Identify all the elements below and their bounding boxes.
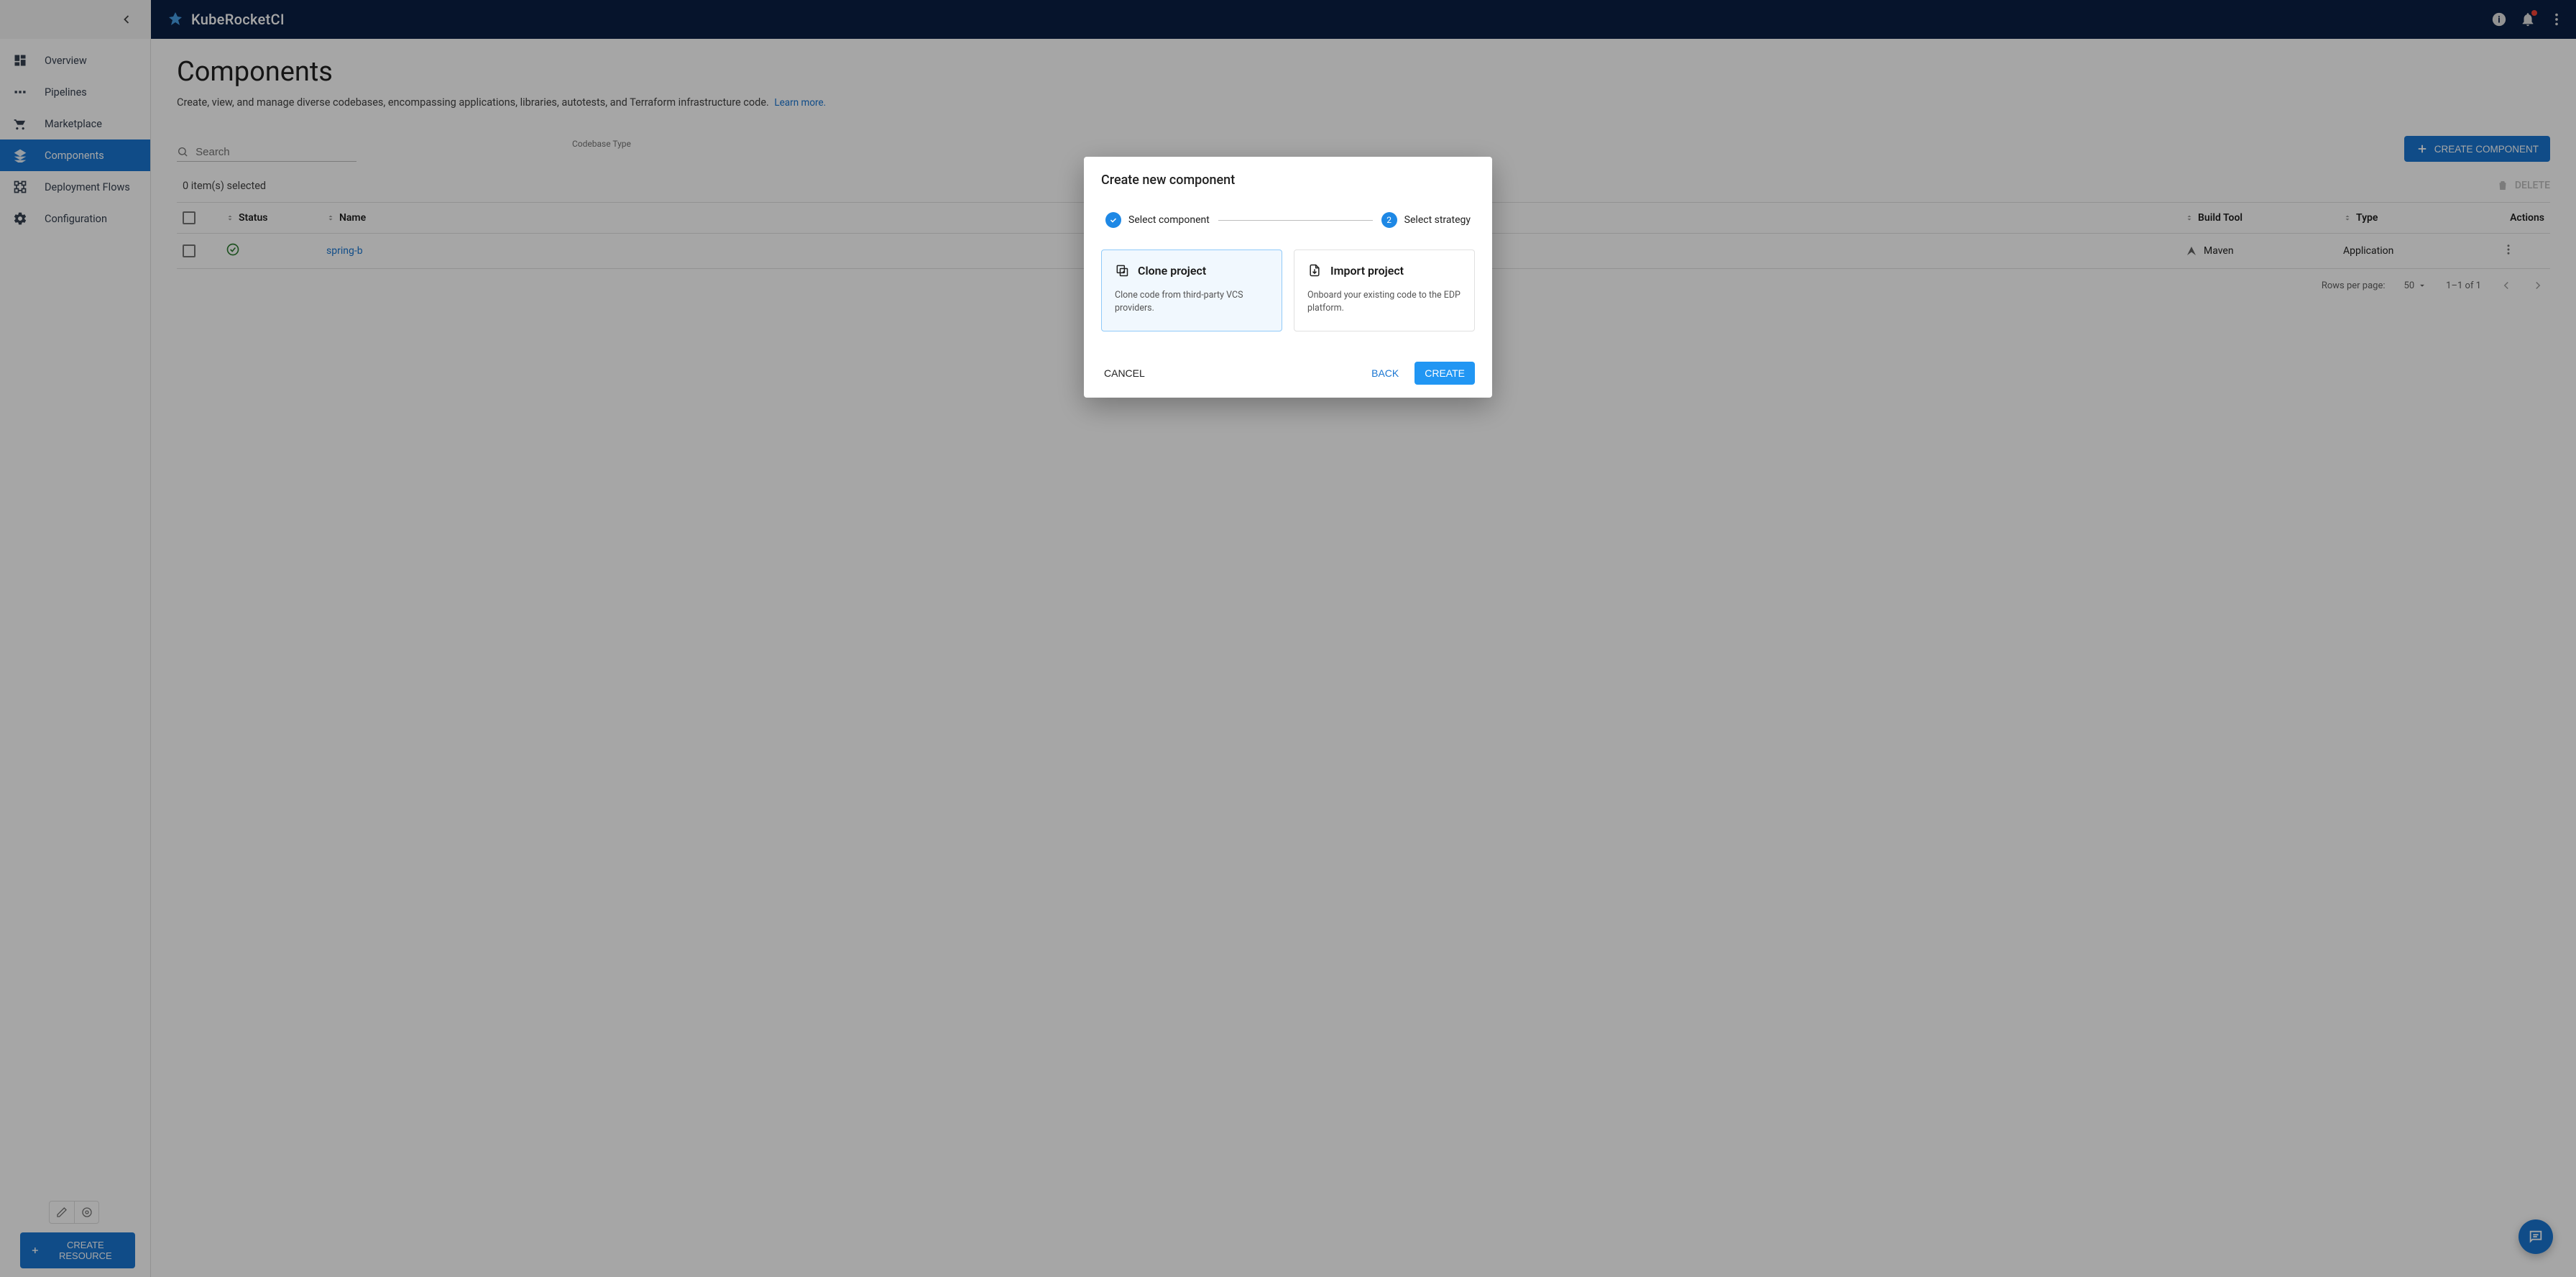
create-component-modal: Create new component Select component 2 … (1084, 157, 1492, 398)
check-icon (1109, 216, 1118, 224)
import-icon (1307, 263, 1322, 278)
step-select-component: Select component (1105, 212, 1210, 228)
step2-label: Select strategy (1404, 214, 1471, 226)
modal-title: Create new component (1101, 173, 1475, 188)
step-active-circle: 2 (1381, 212, 1397, 228)
step-done-circle (1105, 212, 1121, 228)
card-clone-title: Clone project (1138, 264, 1206, 278)
modal-stepper: Select component 2 Select strategy (1101, 212, 1475, 228)
card-clone-desc: Clone code from third-party VCS provider… (1115, 289, 1269, 315)
card-import-desc: Onboard your existing code to the EDP pl… (1307, 289, 1461, 315)
back-button[interactable]: BACK (1368, 362, 1402, 385)
card-import-title: Import project (1330, 264, 1404, 278)
strategy-card-clone[interactable]: Clone project Clone code from third-part… (1101, 250, 1282, 331)
step1-label: Select component (1128, 214, 1210, 226)
clone-icon (1115, 263, 1129, 278)
modal-overlay[interactable]: Create new component Select component 2 … (0, 0, 2576, 1277)
create-button[interactable]: CREATE (1414, 362, 1475, 385)
strategy-card-import[interactable]: Import project Onboard your existing cod… (1294, 250, 1475, 331)
step-connector (1218, 220, 1373, 221)
step-select-strategy: 2 Select strategy (1381, 212, 1471, 228)
cancel-button[interactable]: CANCEL (1101, 362, 1148, 385)
